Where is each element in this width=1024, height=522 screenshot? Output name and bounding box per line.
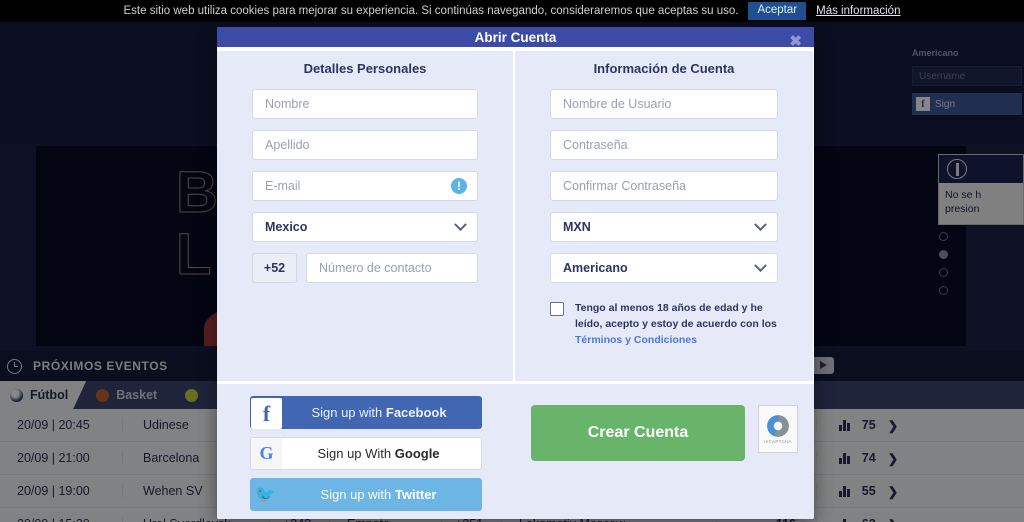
page-root: Americano Username f Sign LOG BA L No se… <box>0 0 1024 522</box>
last-name-field-wrap: Apellido <box>217 130 513 160</box>
cookie-message: Este sitio web utiliza cookies para mejo… <box>123 5 739 17</box>
modal-footer: f Sign up with Facebook G Sign up With G… <box>217 381 814 519</box>
first-name-input[interactable]: Nombre <box>252 89 478 119</box>
terms-agreement-text: Tengo al menos 18 años de edad y he leíd… <box>575 300 777 348</box>
submit-group: Crear Cuenta reCAPTCHA <box>515 396 814 461</box>
odds-format-select[interactable]: Americano <box>550 253 778 283</box>
cookie-accept-button[interactable]: Aceptar <box>748 2 807 20</box>
cookie-more-info-link[interactable]: Más información <box>816 5 900 17</box>
agree-line-2: leído, acepto y estoy de acuerdo con los <box>575 318 777 330</box>
modal-body: Detalles Personales Nombre Apellido E-ma… <box>217 47 814 381</box>
personal-details-column: Detalles Personales Nombre Apellido E-ma… <box>217 51 515 381</box>
recaptcha-badge[interactable]: reCAPTCHA <box>758 405 798 453</box>
chevron-down-icon <box>754 217 767 231</box>
info-icon[interactable]: ! <box>451 178 467 194</box>
account-info-column: Información de Cuenta Nombre de Usuario … <box>515 51 813 381</box>
password-input[interactable]: Contraseña <box>550 130 778 160</box>
confirm-password-field-wrap: Confirmar Contraseña <box>515 171 813 201</box>
create-account-button[interactable]: Crear Cuenta <box>531 405 745 461</box>
account-info-heading: Información de Cuenta <box>593 61 735 76</box>
social-signup-group: f Sign up with Facebook G Sign up With G… <box>217 396 515 519</box>
signup-facebook-label: Sign up with Facebook <box>311 405 447 420</box>
modal-title: Abrir Cuenta <box>474 29 557 45</box>
age-terms-checkbox[interactable] <box>550 302 564 316</box>
odds-format-select-value: Americano <box>563 261 628 275</box>
close-icon[interactable]: ✖ <box>789 33 802 50</box>
password-field-wrap: Contraseña <box>515 130 813 160</box>
terms-agreement: Tengo al menos 18 años de edad y he leíd… <box>515 294 813 348</box>
currency-select-value: MXN <box>563 220 591 234</box>
currency-select[interactable]: MXN <box>550 212 778 242</box>
signup-twitter-button[interactable]: 🐦 Sign up with Twitter <box>250 478 482 511</box>
terms-and-conditions-link[interactable]: Términos y Condiciones <box>575 332 777 348</box>
signup-twitter-label: Sign up with Twitter <box>320 487 437 502</box>
username-input[interactable]: Nombre de Usuario <box>550 89 778 119</box>
confirm-password-input[interactable]: Confirmar Contraseña <box>550 171 778 201</box>
country-select[interactable]: Mexico <box>252 212 478 242</box>
odds-format-field-wrap: Americano <box>515 253 813 283</box>
first-name-field-wrap: Nombre <box>217 89 513 119</box>
currency-field-wrap: MXN <box>515 212 813 242</box>
recaptcha-label: reCAPTCHA <box>764 438 792 444</box>
signup-google-label: Sign up With Google <box>317 446 440 461</box>
cookie-consent-bar: Este sitio web utiliza cookies para mejo… <box>0 0 1024 22</box>
agree-line-1: Tengo al menos 18 años de edad y he <box>575 302 763 314</box>
personal-details-heading: Detalles Personales <box>303 61 427 76</box>
phone-row: +52 Número de contacto <box>217 253 513 283</box>
chevron-down-icon <box>454 217 467 231</box>
signup-google-button[interactable]: G Sign up With Google <box>250 437 482 470</box>
google-icon: G <box>251 438 282 469</box>
country-field-wrap: Mexico <box>217 212 513 242</box>
facebook-icon: f <box>251 397 282 429</box>
recaptcha-icon <box>767 414 789 437</box>
email-input[interactable]: E-mail <box>252 171 478 201</box>
twitter-icon: 🐦 <box>254 484 277 504</box>
chevron-down-icon <box>754 258 767 272</box>
country-select-value: Mexico <box>265 220 308 234</box>
email-field-wrap: E-mail ! <box>217 171 513 201</box>
phone-input[interactable]: Número de contacto <box>306 253 478 283</box>
country-code-display: +52 <box>252 253 297 283</box>
signup-facebook-button[interactable]: f Sign up with Facebook <box>250 396 482 429</box>
last-name-input[interactable]: Apellido <box>252 130 478 160</box>
modal-header: Abrir Cuenta ✖ <box>217 27 814 50</box>
register-modal: Abrir Cuenta ✖ Detalles Personales Nombr… <box>217 27 814 519</box>
username-field-wrap: Nombre de Usuario <box>515 89 813 119</box>
